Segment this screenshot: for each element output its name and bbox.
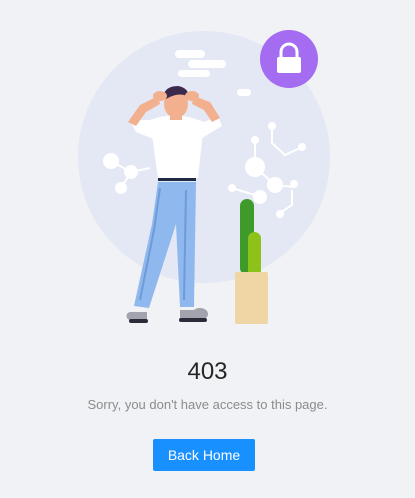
- status-code-title: 403: [187, 358, 228, 385]
- back-home-button[interactable]: Back Home: [153, 439, 255, 471]
- status-description: Sorry, you don't have access to this pag…: [87, 397, 328, 412]
- forbidden-illustration: [78, 30, 330, 324]
- lock-icon: [260, 30, 318, 88]
